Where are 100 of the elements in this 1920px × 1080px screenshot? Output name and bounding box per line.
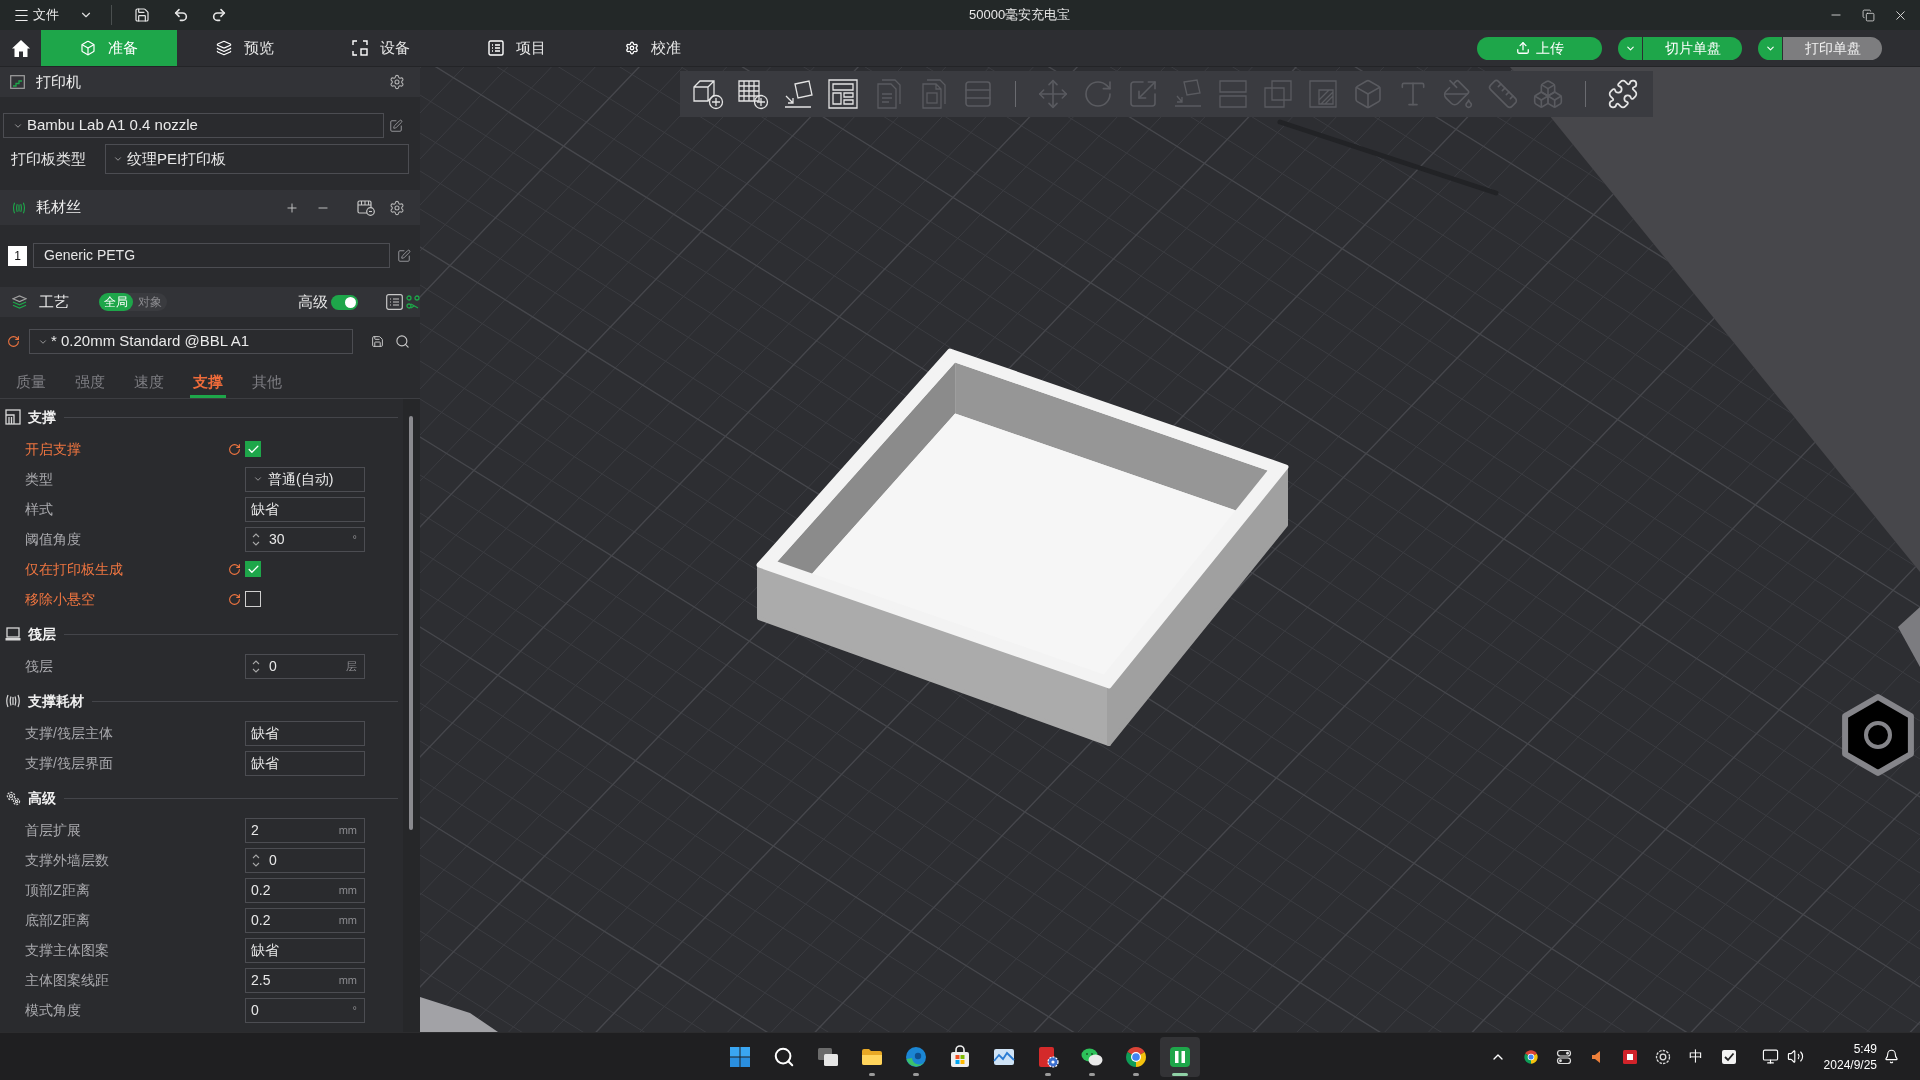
spin-field[interactable]: 0 bbox=[245, 847, 365, 873]
setting-label: 底部Z距离 bbox=[25, 912, 90, 928]
reset-icon[interactable] bbox=[228, 562, 241, 576]
gears-icon bbox=[5, 790, 21, 806]
edit-icon[interactable] bbox=[389, 118, 403, 133]
search-icon[interactable] bbox=[395, 334, 410, 349]
checkbox[interactable] bbox=[245, 561, 261, 577]
main-tab[interactable]: 设备 bbox=[313, 30, 449, 66]
field-label: 打印板类型 bbox=[11, 150, 86, 167]
plus-icon[interactable] bbox=[285, 200, 299, 215]
main-tab[interactable]: 预览 bbox=[177, 30, 313, 66]
color-swatch[interactable]: 1 bbox=[8, 245, 27, 266]
spin-field[interactable]: 0 层 bbox=[245, 653, 365, 679]
list-icon[interactable] bbox=[386, 294, 403, 310]
setting-label: 支撑/筏层主体 bbox=[25, 725, 113, 741]
setting-label: 移除小悬空 bbox=[25, 591, 95, 607]
tricolor-circle-icon bbox=[1124, 1044, 1148, 1069]
check-square-icon bbox=[1721, 1048, 1738, 1065]
checkbox[interactable] bbox=[245, 441, 261, 457]
reset-icon[interactable] bbox=[228, 592, 241, 606]
setting-label: 首层扩展 bbox=[25, 822, 81, 838]
settings-icon[interactable] bbox=[389, 74, 405, 90]
grid-plus-icon[interactable] bbox=[737, 78, 769, 110]
process-select[interactable]: * 0.20mm Standard @BBL A1 bbox=[29, 329, 353, 354]
input-method-indicator[interactable]: 中 bbox=[1689, 1046, 1704, 1067]
dropdown-toggle[interactable] bbox=[1758, 36, 1782, 60]
redo-icon[interactable] bbox=[211, 7, 227, 23]
stepper-arrows-icon bbox=[252, 658, 260, 674]
input-field[interactable]: 0.2 mm bbox=[245, 907, 365, 933]
file-menu[interactable]: 文件 bbox=[10, 3, 62, 27]
setting-label: 阈值角度 bbox=[25, 531, 81, 547]
unit-label: ° bbox=[352, 531, 358, 547]
edit-icon[interactable] bbox=[397, 248, 411, 263]
input-field[interactable]: 2.5 mm bbox=[245, 967, 365, 993]
plate-select[interactable]: 纹理PEI打印板 bbox=[105, 144, 409, 174]
spin-field[interactable]: 30 ° bbox=[245, 526, 365, 552]
spool-icon bbox=[5, 693, 21, 709]
tricolor-circle-icon bbox=[1523, 1048, 1540, 1065]
toggle-switch[interactable] bbox=[331, 294, 358, 310]
input-field[interactable]: 缺省 bbox=[245, 720, 365, 746]
section-title: 高级 bbox=[28, 788, 56, 808]
input-field[interactable]: 0.2 mm bbox=[245, 877, 365, 903]
input-field[interactable]: 0 ° bbox=[245, 997, 365, 1023]
dots-icon[interactable] bbox=[406, 295, 420, 309]
cube-plus-icon[interactable] bbox=[692, 78, 724, 110]
main-tab[interactable]: 校准 bbox=[585, 30, 721, 66]
input-field[interactable]: 2 mm bbox=[245, 817, 365, 843]
unit-label: 层 bbox=[346, 658, 358, 674]
settings-tab[interactable]: 速度 bbox=[131, 373, 167, 398]
upload-icon bbox=[1515, 41, 1530, 55]
input-field[interactable]: 缺省 bbox=[245, 496, 365, 522]
settings-tab[interactable]: 其他 bbox=[249, 373, 285, 398]
volume-icon[interactable] bbox=[1787, 1048, 1805, 1065]
settings-icon[interactable] bbox=[389, 199, 405, 216]
filament-select[interactable]: Generic PETG bbox=[33, 243, 390, 268]
puzzle-icon[interactable] bbox=[1607, 78, 1639, 110]
checkbox[interactable] bbox=[245, 591, 261, 607]
save-icon[interactable] bbox=[371, 335, 384, 348]
spool-rack-icon[interactable] bbox=[357, 199, 375, 216]
settings-tab[interactable]: 强度 bbox=[72, 373, 108, 398]
layout-icon[interactable] bbox=[827, 78, 859, 110]
unit-label: mm bbox=[338, 972, 358, 988]
monitor-icon[interactable] bbox=[1762, 1048, 1780, 1065]
four-panes-icon bbox=[728, 1044, 752, 1069]
reset-icon[interactable] bbox=[228, 442, 241, 456]
setting-label: 样式 bbox=[25, 501, 53, 517]
input-field[interactable]: 缺省 bbox=[245, 750, 365, 776]
framed-pillars-icon bbox=[5, 409, 21, 425]
save-icon[interactable] bbox=[134, 7, 150, 23]
taskbar-button[interactable] bbox=[1160, 1036, 1200, 1077]
search-icon bbox=[773, 1045, 795, 1068]
panel-title: 打印机 bbox=[36, 71, 81, 92]
section-title: 支撑耗材 bbox=[28, 691, 84, 711]
chevron-down-icon bbox=[253, 474, 263, 484]
setting-label: 支撑外墙层数 bbox=[25, 852, 109, 868]
home-icon bbox=[10, 38, 31, 58]
reset-icon[interactable] bbox=[7, 335, 20, 348]
layers-icon bbox=[216, 40, 232, 56]
section-title: 筏层 bbox=[28, 624, 56, 644]
notification-icon[interactable] bbox=[1884, 1049, 1899, 1064]
stepper-arrows-icon bbox=[252, 852, 260, 868]
unit-label: mm bbox=[338, 822, 358, 838]
settings-tab[interactable]: 质量 bbox=[13, 373, 49, 398]
scrollbar-thumb[interactable] bbox=[409, 416, 413, 830]
stepper-arrows-icon bbox=[252, 531, 260, 547]
bars-tile-icon bbox=[1168, 1044, 1192, 1069]
panel-title: 耗材丝 bbox=[36, 197, 81, 218]
setting-label: 顶部Z距离 bbox=[25, 882, 90, 898]
printer-select[interactable]: Bambu Lab A1 0.4 nozzle bbox=[3, 113, 384, 138]
main-tab[interactable]: 项目 bbox=[449, 30, 585, 66]
toggle-pills-icon bbox=[1556, 1048, 1573, 1065]
dropdown-toggle[interactable] bbox=[1618, 36, 1642, 60]
setting-label: 主体图案线距 bbox=[25, 972, 109, 988]
settings-tab[interactable]: 支撑 bbox=[190, 373, 226, 398]
chevron-down-icon bbox=[113, 154, 123, 164]
dropdown-field[interactable]: 普通(自动) bbox=[245, 466, 365, 492]
undo-icon[interactable] bbox=[173, 7, 189, 23]
tilted-square-icon[interactable] bbox=[782, 78, 814, 110]
gear-tile-icon bbox=[1036, 1044, 1060, 1069]
input-field[interactable]: 缺省 bbox=[245, 937, 365, 963]
